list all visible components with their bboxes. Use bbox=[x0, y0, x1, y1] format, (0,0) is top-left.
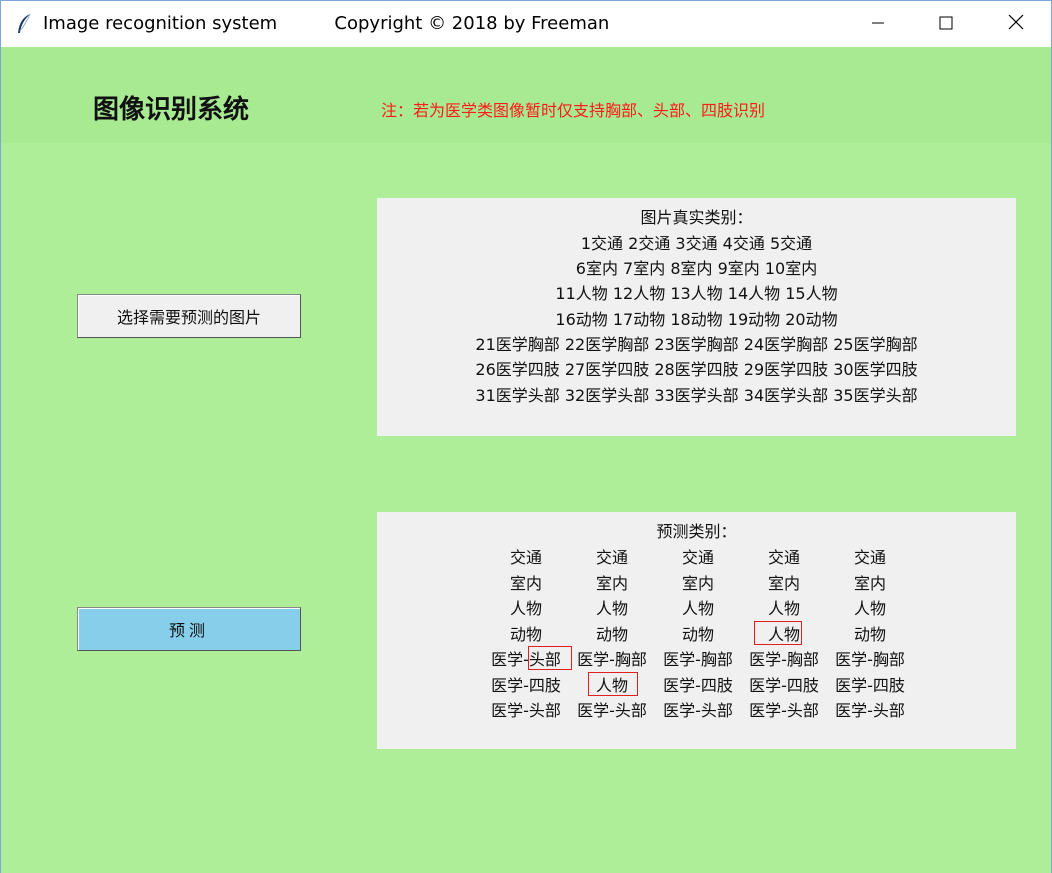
close-button[interactable] bbox=[981, 1, 1051, 47]
prediction-cell: 医学-胸部 bbox=[835, 650, 905, 669]
prediction-cell: 人物 bbox=[509, 599, 542, 618]
prediction-cell: 医学-四肢 bbox=[835, 676, 905, 695]
prediction-cell: 医学-头部 bbox=[835, 701, 905, 720]
prediction-cell: 医学-头部 bbox=[577, 701, 647, 720]
prediction-cell: 医学-四肢 bbox=[491, 676, 561, 695]
true-category-line: 31医学头部 32医学头部 33医学头部 34医学头部 35医学头部 bbox=[475, 386, 918, 405]
true-category-line: 6室内 7室内 8室内 9室内 10室内 bbox=[575, 259, 818, 278]
true-category-panel: 图片真实类别： 1交通 2交通 3交通 4交通 5交通 6室内 7室内 8室内 … bbox=[377, 198, 1016, 436]
prediction-cell: 人物 bbox=[767, 599, 800, 618]
true-category-title: 图片真实类别： bbox=[640, 208, 753, 227]
prediction-cell: 医学-四肢 bbox=[663, 676, 733, 695]
maximize-button[interactable] bbox=[911, 1, 981, 47]
prediction-cell: 室内 bbox=[853, 574, 886, 593]
true-category-line: 21医学胸部 22医学胸部 23医学胸部 24医学胸部 25医学胸部 bbox=[475, 335, 918, 354]
prediction-cell: 室内 bbox=[767, 574, 800, 593]
prediction-cell: 室内 bbox=[595, 574, 628, 593]
prediction-cell: 医学-胸部 bbox=[663, 650, 733, 669]
prediction-cell: 医学-胸部 bbox=[749, 650, 819, 669]
prediction-cell: 人物 bbox=[681, 599, 714, 618]
prediction-cell: 室内 bbox=[509, 574, 542, 593]
app-title: 图像识别系统 bbox=[93, 95, 250, 125]
predict-button[interactable]: 预测 bbox=[77, 607, 301, 651]
prediction-cell: 人物 bbox=[595, 599, 628, 618]
prediction-cell: 动物 bbox=[681, 625, 714, 644]
misclassified-highlight bbox=[588, 672, 638, 696]
support-note: 注：若为医学类图像暂时仅支持胸部、头部、四肢识别 bbox=[381, 101, 766, 120]
prediction-cell: 动物 bbox=[853, 625, 886, 644]
prediction-cell: 医学-头部 bbox=[491, 701, 561, 720]
maximize-icon bbox=[939, 15, 953, 34]
window-title: Image recognition system Copyright © 201… bbox=[43, 13, 610, 34]
true-category-line: 11人物 12人物 13人物 14人物 15人物 bbox=[555, 284, 838, 303]
minimize-button[interactable] bbox=[843, 1, 913, 47]
prediction-cell: 医学-头部 bbox=[663, 701, 733, 720]
prediction-cell: 室内 bbox=[681, 574, 714, 593]
true-category-line: 1交通 2交通 3交通 4交通 5交通 bbox=[580, 234, 813, 253]
close-icon bbox=[1008, 14, 1024, 34]
predicted-category-title: 预测类别： bbox=[656, 522, 737, 541]
prediction-cell: 动物 bbox=[509, 625, 542, 644]
prediction-cell: 人物 bbox=[853, 599, 886, 618]
prediction-cell: 医学-头部 bbox=[749, 701, 819, 720]
prediction-cell: 交通 bbox=[595, 548, 628, 567]
misclassified-highlight bbox=[754, 621, 802, 645]
prediction-cell: 交通 bbox=[853, 548, 886, 567]
prediction-cell: 交通 bbox=[767, 548, 800, 567]
choose-image-button[interactable]: 选择需要预测的图片 bbox=[77, 294, 301, 338]
true-category-line: 26医学四肢 27医学四肢 28医学四肢 29医学四肢 30医学四肢 bbox=[475, 360, 918, 379]
prediction-cell: 医学-胸部 bbox=[577, 650, 647, 669]
misclassified-highlight bbox=[528, 646, 572, 670]
predicted-category-panel: 预测类别： 交通 交通 交通 交通 交通室内 室内 室内 室内 室内人物 人物 人物 人物 人物动物 动物… bbox=[377, 512, 1016, 749]
feather-icon bbox=[15, 13, 35, 35]
title-bar[interactable]: Image recognition system Copyright © 201… bbox=[1, 1, 1051, 47]
prediction-cell: 交通 bbox=[681, 548, 714, 567]
prediction-cell: 医学-四肢 bbox=[749, 676, 819, 695]
prediction-cell: 交通 bbox=[509, 548, 542, 567]
main-canvas: 图像识别系统 注：若为医学类图像暂时仅支持胸部、头部、四肢识别 选择需要预测的图… bbox=[1, 47, 1051, 873]
prediction-cell: 动物 bbox=[595, 625, 628, 644]
app-window: Image recognition system Copyright © 201… bbox=[0, 0, 1052, 873]
true-category-line: 16动物 17动物 18动物 19动物 20动物 bbox=[555, 310, 838, 329]
minimize-icon bbox=[871, 15, 885, 34]
